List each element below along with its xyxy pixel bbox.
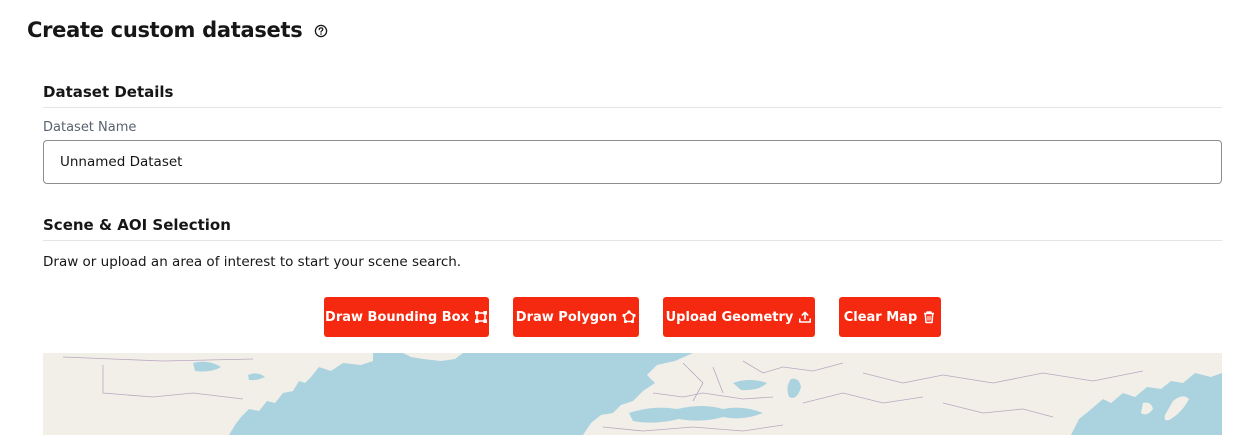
scene-aoi-heading: Scene & AOI Selection bbox=[43, 216, 1222, 241]
dataset-name-label: Dataset Name bbox=[43, 120, 137, 135]
scene-aoi-section: Scene & AOI Selection bbox=[43, 216, 1222, 241]
title-row: Create custom datasets bbox=[27, 18, 328, 42]
create-dataset-page: Create custom datasets Dataset Details D… bbox=[0, 0, 1260, 435]
help-icon[interactable] bbox=[314, 23, 328, 38]
draw-bounding-box-button[interactable]: Draw Bounding Box bbox=[324, 297, 489, 337]
landmass-japan bbox=[1164, 396, 1189, 421]
bounding-box-icon bbox=[474, 310, 488, 324]
draw-polygon-label: Draw Polygon bbox=[515, 309, 618, 325]
draw-bounding-box-label: Draw Bounding Box bbox=[325, 309, 469, 325]
aoi-map[interactable] bbox=[43, 353, 1222, 435]
clear-map-button[interactable]: Clear Map bbox=[839, 297, 941, 337]
dataset-details-heading: Dataset Details bbox=[43, 83, 1222, 108]
upload-geometry-button[interactable]: Upload Geometry bbox=[663, 297, 815, 337]
trash-icon bbox=[922, 310, 936, 324]
page-title: Create custom datasets bbox=[27, 18, 303, 42]
draw-polygon-button[interactable]: Draw Polygon bbox=[513, 297, 639, 337]
upload-icon bbox=[798, 310, 812, 324]
upload-geometry-label: Upload Geometry bbox=[665, 309, 794, 325]
world-map-tiles bbox=[43, 353, 1222, 435]
polygon-icon bbox=[622, 310, 636, 324]
aoi-instructions: Draw or upload an area of interest to st… bbox=[43, 254, 462, 270]
dataset-details-section: Dataset Details bbox=[43, 83, 1222, 108]
landmass-greenland bbox=[403, 353, 463, 361]
landmass-korea bbox=[1141, 402, 1153, 415]
landmass-eurasia-africa bbox=[583, 353, 1222, 435]
clear-map-label: Clear Map bbox=[843, 309, 918, 325]
dataset-name-input[interactable] bbox=[43, 140, 1222, 184]
